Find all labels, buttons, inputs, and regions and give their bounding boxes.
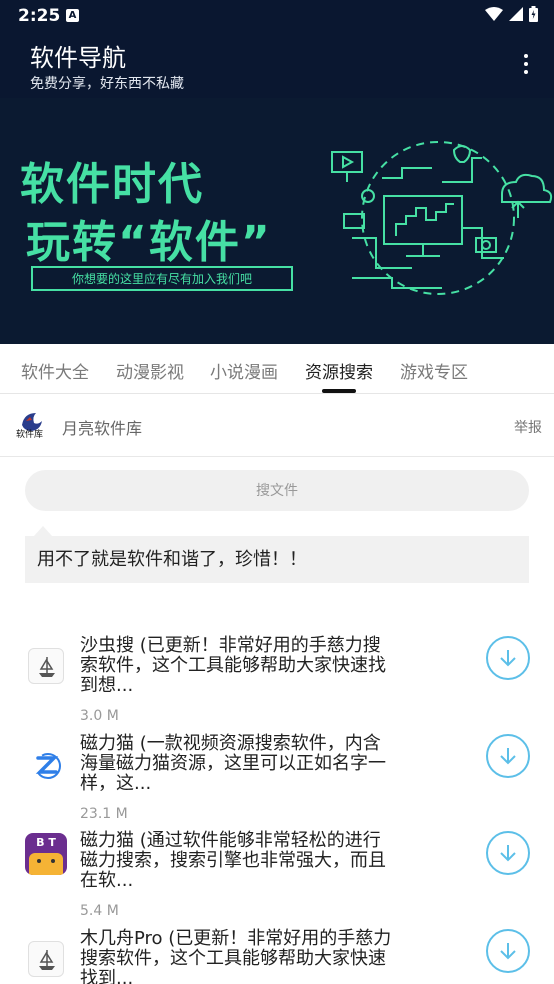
banner-join-box: 你想要的这里应有尽有加入我们吧 [31,266,293,291]
report-link[interactable]: 举报 [514,417,542,437]
ship-icon [28,941,64,977]
app-size: 23.1 M [80,806,128,822]
tab-games[interactable]: 游戏专区 [400,358,468,383]
download-button[interactable] [486,831,530,875]
download-arrow-icon [500,650,516,667]
ship-icon [28,648,64,684]
download-button[interactable] [486,929,530,973]
app-title: 软件导航 [30,44,126,72]
bt-cat-icon: B T [25,833,67,875]
magnet-cat-icon [28,746,64,782]
note-arrow [34,526,52,536]
tab-anime-video[interactable]: 动漫影视 [116,358,184,383]
battery-icon [529,6,538,22]
file-search-input[interactable] [25,470,529,511]
notification-icon: A [66,9,79,22]
notice-message: 用不了就是软件和谐了，珍惜！！ [25,536,529,583]
cat-face-icon [29,853,63,875]
tab-software[interactable]: 软件大全 [21,358,89,383]
active-tab-indicator [322,389,356,393]
list-item[interactable]: 磁力猫 (一款视频资源搜索软件，内含海量磁力猫资源，这里可以正如名字一样，这..… [0,734,554,830]
promo-banner[interactable]: 软件时代 玩转“软件” 你想要的这里应有尽有加入我们吧 [0,98,554,344]
tech-illustration-icon [331,141,553,295]
list-item[interactable]: 沙虫搜 (已更新！非常好用的手慈力搜索软件，这个工具能够帮助大家快速找到想...… [0,636,554,732]
source-logo-text: 软件库 [16,430,44,440]
tab-novel-comic[interactable]: 小说漫画 [210,358,278,383]
category-tabs: 软件大全 动漫影视 小说漫画 资源搜索 游戏专区 [0,344,554,394]
app-subtitle: 免费分享，好东西不私藏 [30,76,184,92]
status-bar: 2:25 A [0,0,554,32]
status-icons [485,6,538,22]
banner-headline-2: 玩转“软件” [26,217,272,268]
bt-icon-text: B T [36,836,56,849]
download-arrow-icon [500,943,516,960]
more-dot-icon [524,62,528,66]
more-dot-icon [524,54,528,58]
tab-resource-search[interactable]: 资源搜索 [305,358,373,383]
download-button[interactable] [486,636,530,680]
more-dot-icon [524,70,528,74]
list-item[interactable]: B T 磁力猫 (通过软件能够非常轻松的进行磁力搜索，搜索引擎也非常强大，而且在… [0,831,554,927]
source-header: 软件库 月亮软件库 举报 [0,395,554,457]
app-size: 5.4 M [80,903,119,919]
app-description: 磁力猫 (一款视频资源搜索软件，内含海量磁力猫资源，这里可以正如名字一样，这..… [80,733,386,794]
download-arrow-icon [500,845,516,862]
more-options-button[interactable] [512,50,540,78]
app-header: 2:25 A 软件导航 免费分享，好东西不私藏 [0,0,554,98]
banner-headline-1: 软件时代 [20,159,204,210]
download-button[interactable] [486,734,530,778]
wifi-icon [485,7,503,21]
source-name[interactable]: 月亮软件库 [62,415,142,439]
status-time: 2:25 [18,6,61,26]
download-arrow-icon [500,748,516,765]
list-item[interactable]: 木几舟Pro (已更新！非常好用的手慈力搜索软件，这个工具能够帮助大家快速找到.… [0,929,554,984]
app-description: 木几舟Pro (已更新！非常好用的手慈力搜索软件，这个工具能够帮助大家快速找到.… [80,928,392,984]
app-description: 磁力猫 (通过软件能够非常轻松的进行磁力搜索，搜索引擎也非常强大，而且在软... [80,830,386,891]
signal-icon [509,7,523,21]
app-size: 3.0 M [80,708,119,724]
app-description: 沙虫搜 (已更新！非常好用的手慈力搜索软件，这个工具能够帮助大家快速找到想... [80,635,386,696]
